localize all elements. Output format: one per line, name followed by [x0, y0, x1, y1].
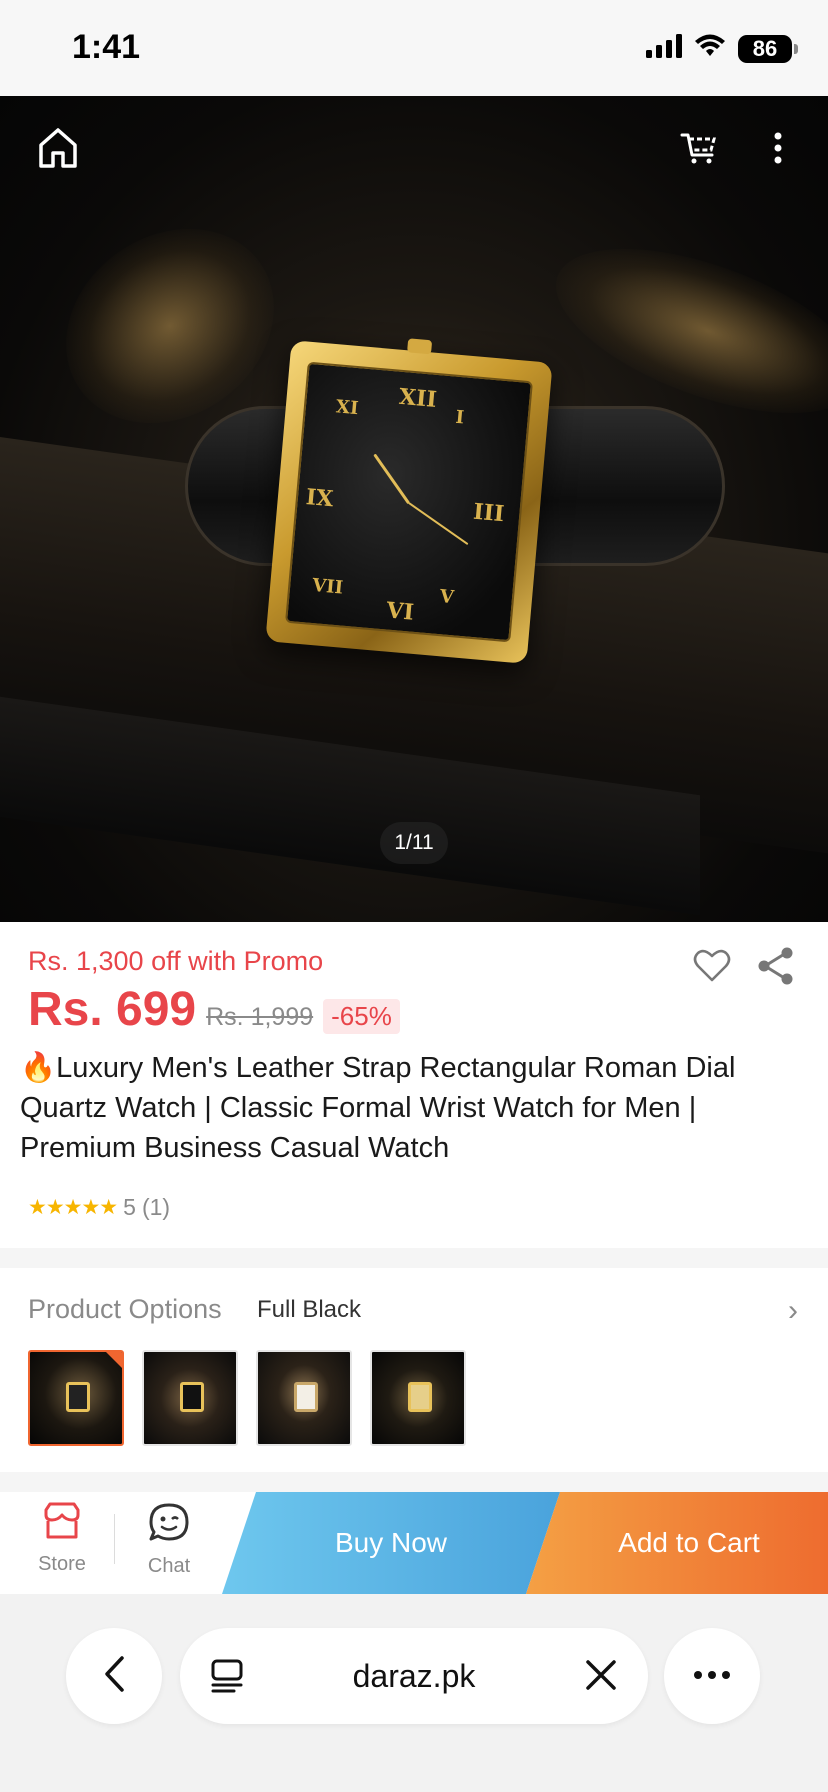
divider: [114, 1514, 115, 1564]
more-options-button[interactable]: [750, 120, 806, 176]
top-nav: [0, 96, 828, 196]
home-button[interactable]: [30, 120, 86, 176]
price-row: Rs. 699 Rs. 1,999 -65%: [28, 982, 400, 1037]
more-horizontal-icon: [693, 1667, 731, 1685]
product-options[interactable]: Product Options Full Black ›: [0, 1268, 828, 1472]
add-to-cart-button[interactable]: Add to Cart: [526, 1492, 828, 1594]
buy-now-button[interactable]: Buy Now: [222, 1492, 560, 1594]
discount-badge: -65%: [323, 999, 400, 1034]
chat-button[interactable]: Chat: [129, 1502, 209, 1578]
url-text: daraz.pk: [352, 1658, 476, 1694]
variant-thumbnail[interactable]: [142, 1350, 238, 1446]
status-icons: 86: [646, 34, 798, 63]
chevron-right-icon: ›: [788, 1294, 798, 1327]
star-rating-icon: ★★★★★: [28, 1196, 118, 1219]
battery-icon: 86: [738, 34, 798, 63]
wifi-icon: [694, 34, 726, 63]
status-time: 1:41: [72, 28, 141, 66]
product-info: Rs. 1,300 off with Promo Rs. 699 Rs. 1,9…: [0, 922, 828, 1248]
options-label: Product Options: [28, 1294, 222, 1324]
action-bar: Store Chat Buy Now Add to Cart: [0, 1492, 828, 1594]
chevron-left-icon: [102, 1655, 126, 1698]
options-selected-value: Full Black: [257, 1296, 362, 1323]
rating-row[interactable]: ★★★★★ 5 (1): [28, 1194, 170, 1221]
status-bar: 1:41 86: [0, 0, 828, 96]
browser-toolbar: daraz.pk: [0, 1594, 828, 1792]
watch-graphic: XII III VI IX I XI V VII: [265, 338, 553, 664]
signal-icon: [646, 34, 682, 63]
share-button[interactable]: [752, 944, 800, 992]
cart-icon: [680, 131, 716, 165]
variant-thumbnail[interactable]: [256, 1350, 352, 1446]
promo-text[interactable]: Rs. 1,300 off with Promo: [28, 946, 323, 977]
image-page-indicator: 1/11: [380, 822, 448, 864]
browser-more-button[interactable]: [664, 1628, 760, 1724]
product-title: 🔥Luxury Men's Leather Strap Rectangular …: [20, 1052, 736, 1164]
browser-back-button[interactable]: [66, 1628, 162, 1724]
store-button[interactable]: Store: [22, 1502, 102, 1576]
variant-thumbnail[interactable]: [370, 1350, 466, 1446]
share-icon: [756, 946, 796, 991]
close-icon[interactable]: [584, 1658, 618, 1697]
cart-button[interactable]: [670, 120, 726, 176]
variant-thumbnail[interactable]: [28, 1350, 124, 1446]
rating-value: 5: [123, 1194, 136, 1220]
variant-thumbnails: [28, 1350, 466, 1446]
store-icon: [42, 1502, 82, 1545]
heart-icon: [693, 949, 731, 988]
home-icon: [35, 125, 81, 171]
current-price: Rs. 699: [28, 983, 197, 1036]
chat-label: Chat: [147, 1555, 191, 1577]
address-bar[interactable]: daraz.pk: [180, 1628, 648, 1724]
chat-icon: [148, 1502, 190, 1547]
store-label: Store: [38, 1553, 86, 1575]
product-image[interactable]: XII III VI IX I XI V VII: [0, 96, 828, 922]
original-price: Rs. 1,999: [206, 1003, 314, 1031]
wishlist-button[interactable]: [688, 944, 736, 992]
more-vertical-icon: [773, 132, 783, 164]
rating-count: (1): [141, 1194, 171, 1220]
